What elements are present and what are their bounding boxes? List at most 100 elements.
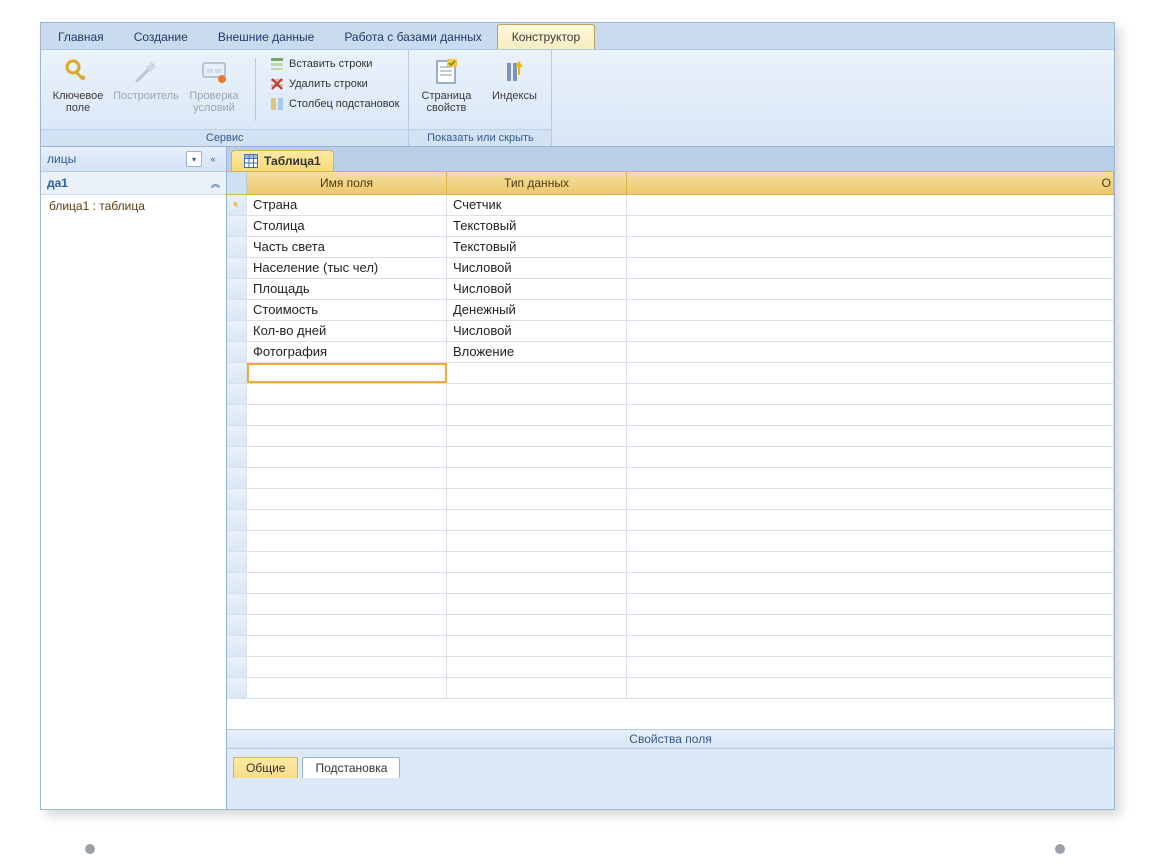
- row-selector[interactable]: [227, 510, 247, 530]
- field-name-cell[interactable]: Часть света: [247, 237, 447, 257]
- field-desc-cell[interactable]: [627, 489, 1114, 509]
- table-row[interactable]: Кол-во днейЧисловой: [227, 321, 1114, 342]
- table-row[interactable]: ПлощадьЧисловой: [227, 279, 1114, 300]
- validation-button[interactable]: Проверка условий: [183, 54, 245, 116]
- field-desc-cell[interactable]: [627, 363, 1114, 383]
- field-name-cell[interactable]: [247, 594, 447, 614]
- row-selector[interactable]: [227, 594, 247, 614]
- navigation-collapse-icon[interactable]: «: [206, 154, 220, 164]
- column-header-type[interactable]: Тип данных: [447, 172, 627, 194]
- table-row-empty[interactable]: [227, 531, 1114, 552]
- row-selector[interactable]: [227, 426, 247, 446]
- row-selector-header[interactable]: [227, 172, 247, 194]
- field-desc-cell[interactable]: [627, 468, 1114, 488]
- field-name-cell[interactable]: [247, 426, 447, 446]
- table-row[interactable]: ФотографияВложение: [227, 342, 1114, 363]
- field-type-cell[interactable]: Числовой: [447, 279, 627, 299]
- field-type-cell[interactable]: [447, 384, 627, 404]
- field-desc-cell[interactable]: [627, 531, 1114, 551]
- ribbon-tab[interactable]: Внешние данные: [203, 24, 330, 49]
- navigation-item[interactable]: блица1 : таблица: [41, 195, 226, 217]
- row-selector[interactable]: [227, 363, 247, 383]
- field-desc-cell[interactable]: [627, 594, 1114, 614]
- field-type-cell[interactable]: [447, 615, 627, 635]
- field-name-cell[interactable]: Население (тыс чел): [247, 258, 447, 278]
- table-row-empty[interactable]: [227, 636, 1114, 657]
- column-header-name[interactable]: Имя поля: [247, 172, 447, 194]
- field-desc-cell[interactable]: [627, 405, 1114, 425]
- indexes-button[interactable]: Индексы: [483, 54, 545, 104]
- table-row-empty[interactable]: [227, 489, 1114, 510]
- table-row-empty[interactable]: [227, 657, 1114, 678]
- field-desc-cell[interactable]: [627, 216, 1114, 236]
- field-type-cell[interactable]: [447, 405, 627, 425]
- lookup-column-button[interactable]: Столбец подстановок: [266, 94, 402, 114]
- field-type-cell[interactable]: [447, 552, 627, 572]
- field-name-cell[interactable]: [247, 384, 447, 404]
- field-type-cell[interactable]: [447, 657, 627, 677]
- row-selector[interactable]: [227, 468, 247, 488]
- row-selector[interactable]: [227, 678, 247, 698]
- navigation-dropdown-icon[interactable]: ▾: [186, 151, 202, 167]
- field-desc-cell[interactable]: [627, 300, 1114, 320]
- field-type-cell[interactable]: [447, 510, 627, 530]
- primary-key-button[interactable]: Ключевое поле: [47, 54, 109, 116]
- field-type-cell[interactable]: [447, 594, 627, 614]
- table-row-empty[interactable]: [227, 426, 1114, 447]
- field-name-cell[interactable]: [247, 510, 447, 530]
- field-name-cell[interactable]: [247, 489, 447, 509]
- row-selector[interactable]: [227, 258, 247, 278]
- field-desc-cell[interactable]: [627, 321, 1114, 341]
- table-row-empty[interactable]: [227, 678, 1114, 699]
- row-selector[interactable]: [227, 279, 247, 299]
- prev-dot-icon[interactable]: [85, 844, 95, 854]
- row-selector[interactable]: [227, 216, 247, 236]
- field-name-cell[interactable]: [247, 405, 447, 425]
- table-row-empty[interactable]: [227, 468, 1114, 489]
- row-selector[interactable]: [227, 321, 247, 341]
- field-name-cell[interactable]: [247, 363, 447, 383]
- field-name-cell[interactable]: Кол-во дней: [247, 321, 447, 341]
- table-row[interactable]: СтоимостьДенежный: [227, 300, 1114, 321]
- field-name-cell[interactable]: Стоимость: [247, 300, 447, 320]
- ribbon-tab[interactable]: Конструктор: [497, 24, 595, 49]
- field-desc-cell[interactable]: [627, 573, 1114, 593]
- field-name-cell[interactable]: Площадь: [247, 279, 447, 299]
- field-name-cell[interactable]: [247, 468, 447, 488]
- field-desc-cell[interactable]: [627, 636, 1114, 656]
- field-desc-cell[interactable]: [627, 237, 1114, 257]
- field-type-cell[interactable]: Счетчик: [447, 195, 627, 215]
- next-dot-icon[interactable]: [1055, 844, 1065, 854]
- field-type-cell[interactable]: [447, 489, 627, 509]
- field-name-cell[interactable]: [247, 447, 447, 467]
- row-selector[interactable]: [227, 531, 247, 551]
- field-type-cell[interactable]: [447, 531, 627, 551]
- ribbon-tab[interactable]: Главная: [43, 24, 119, 49]
- field-type-cell[interactable]: [447, 447, 627, 467]
- ribbon-tab[interactable]: Работа с базами данных: [329, 24, 496, 49]
- field-name-cell[interactable]: Фотография: [247, 342, 447, 362]
- property-page-button[interactable]: Страница свойств: [415, 54, 477, 116]
- collapse-group-icon[interactable]: ︽: [211, 177, 220, 190]
- field-type-cell[interactable]: [447, 678, 627, 698]
- row-selector[interactable]: [227, 552, 247, 572]
- navigation-header[interactable]: лицы ▾ «: [41, 147, 226, 172]
- field-type-cell[interactable]: [447, 636, 627, 656]
- field-desc-cell[interactable]: [627, 258, 1114, 278]
- field-desc-cell[interactable]: [627, 657, 1114, 677]
- table-row-empty[interactable]: [227, 384, 1114, 405]
- field-desc-cell[interactable]: [627, 510, 1114, 530]
- table-row[interactable]: СтранаСчетчик: [227, 195, 1114, 216]
- field-type-cell[interactable]: Числовой: [447, 321, 627, 341]
- column-header-description[interactable]: О: [627, 172, 1114, 194]
- field-name-cell[interactable]: [247, 657, 447, 677]
- field-desc-cell[interactable]: [627, 384, 1114, 404]
- table-row-empty[interactable]: [227, 447, 1114, 468]
- ribbon-tab[interactable]: Создание: [119, 24, 203, 49]
- delete-rows-button[interactable]: Удалить строки: [266, 74, 402, 94]
- field-type-cell[interactable]: Текстовый: [447, 216, 627, 236]
- table-row-empty[interactable]: [227, 615, 1114, 636]
- row-selector[interactable]: [227, 489, 247, 509]
- field-type-cell[interactable]: [447, 363, 627, 383]
- field-desc-cell[interactable]: [627, 342, 1114, 362]
